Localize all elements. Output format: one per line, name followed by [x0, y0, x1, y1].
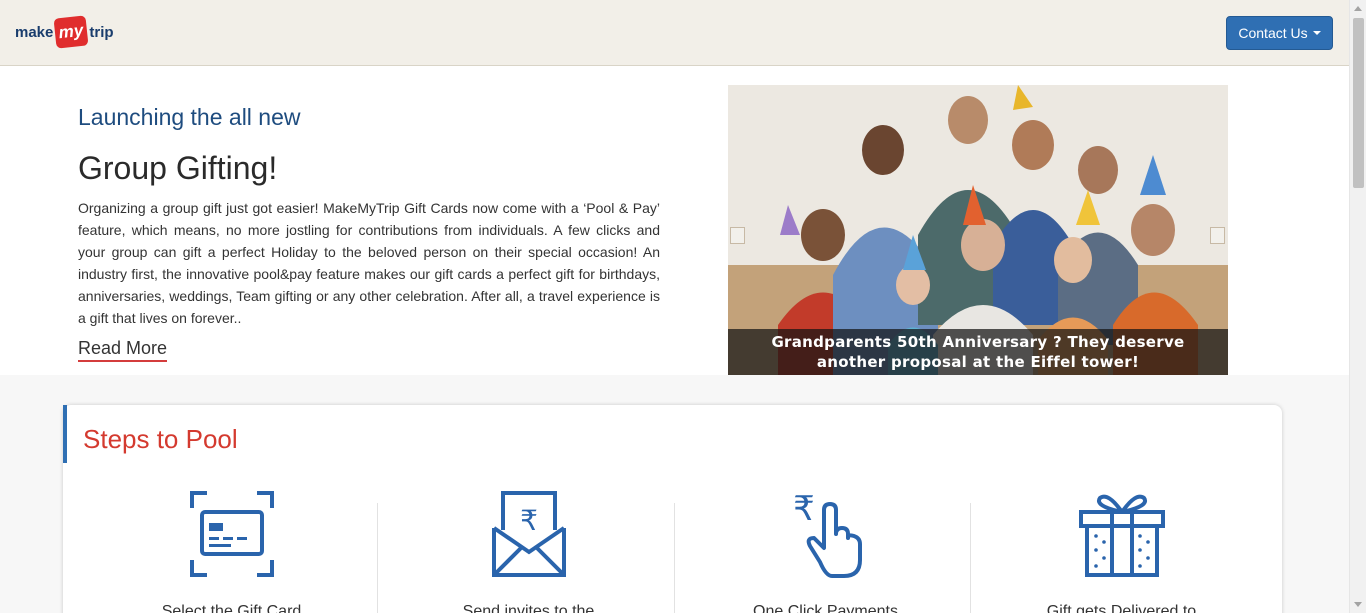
steps-to-pool-card: Steps to Pool Select the Gift Card ₹ Sen… — [63, 405, 1282, 613]
contact-us-label: Contact Us — [1238, 25, 1308, 41]
rupee-tap-icon: ₹ — [793, 490, 862, 578]
contact-us-dropdown-button[interactable]: Contact Us — [1226, 16, 1333, 50]
step-send-invites: ₹ Send invites to the — [380, 490, 677, 613]
hero-description: Organizing a group gift just got easier!… — [78, 200, 660, 326]
svg-text:₹: ₹ — [793, 490, 815, 529]
logo-trip-text: trip — [89, 23, 114, 41]
svg-text:₹: ₹ — [520, 504, 538, 537]
step-label: One Click Payments — [753, 603, 898, 613]
caption-line-1: Grandparents 50th Anniversary ? They des… — [771, 333, 1185, 351]
scroll-down-arrow-icon[interactable] — [1354, 602, 1362, 607]
gift-box-icon — [1078, 494, 1165, 577]
rupee-envelope-icon: ₹ — [491, 491, 566, 577]
step-label: Send invites to the — [462, 603, 595, 613]
gift-card-scan-icon — [189, 491, 274, 577]
step-gift-delivered: Gift gets Delivered to — [973, 490, 1270, 613]
carousel-prev-button[interactable] — [730, 227, 745, 244]
hero-section: Launching the all new Group Gifting! Org… — [0, 66, 1349, 375]
scroll-thumb[interactable] — [1353, 18, 1364, 188]
makemytrip-logo[interactable]: make my trip — [15, 15, 114, 49]
caret-down-icon — [1312, 31, 1321, 35]
step-divider — [377, 503, 378, 613]
top-header: make my trip Contact Us — [0, 0, 1349, 66]
title-accent-bar — [63, 405, 67, 463]
carousel-caption: Grandparents 50th Anniversary ? They des… — [728, 329, 1228, 375]
step-one-click-payments: ₹ One Click Payments — [677, 490, 974, 613]
hero-carousel[interactable]: Grandparents 50th Anniversary ? They des… — [728, 85, 1228, 375]
logo-my-badge: my — [53, 15, 89, 49]
logo-make-text: make — [15, 23, 54, 41]
step-divider — [970, 503, 971, 613]
step-select-card: Select the Gift Card — [83, 490, 380, 613]
caption-line-2: another proposal at the Eiffel tower! — [816, 353, 1140, 371]
carousel-next-button[interactable] — [1210, 227, 1225, 244]
steps-title: Steps to Pool — [83, 424, 238, 454]
hero-title: Group Gifting! — [78, 150, 278, 186]
scroll-up-arrow-icon[interactable] — [1354, 6, 1362, 11]
hero-subtitle: Launching the all new — [78, 104, 301, 130]
step-label: Select the Gift Card — [161, 603, 302, 613]
step-divider — [674, 503, 675, 613]
page-scrollbar[interactable] — [1349, 0, 1366, 613]
step-label: Gift gets Delivered to — [1046, 603, 1197, 613]
read-more-link[interactable]: Read More — [78, 338, 168, 362]
